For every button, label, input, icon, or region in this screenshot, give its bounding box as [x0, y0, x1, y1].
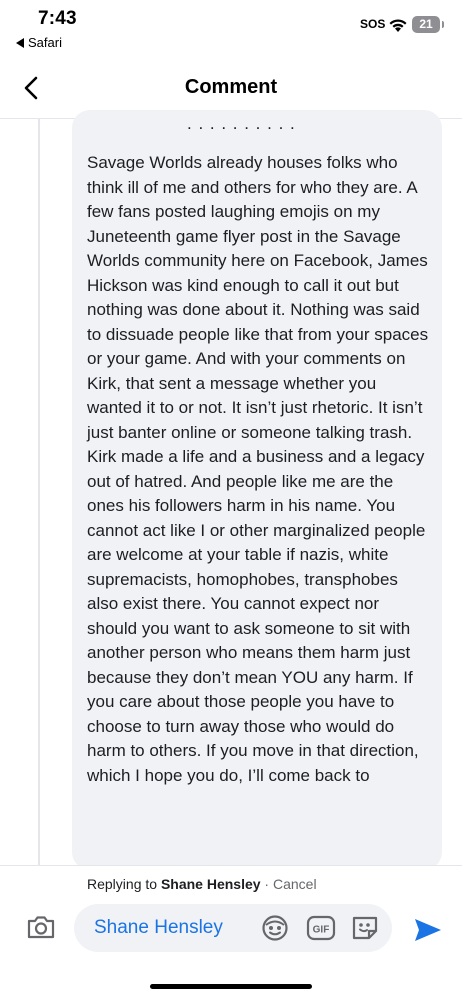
cancel-reply-button[interactable]: Cancel — [273, 876, 317, 892]
sticker-icon[interactable] — [350, 914, 380, 942]
comment-bubble[interactable]: . . . . . . . . . . Savage Worlds alread… — [72, 110, 442, 870]
battery-indicator: 21 — [412, 16, 444, 33]
sos-indicator: SOS — [360, 17, 386, 31]
comment-text: Savage Worlds already houses folks who t… — [87, 153, 429, 785]
replying-to-name: Shane Hensley — [160, 876, 261, 892]
status-time: 7:43 — [38, 8, 77, 29]
reply-bar: Replying to Shane Hensley · Cancel Shane… — [0, 866, 462, 1000]
send-icon[interactable] — [412, 916, 444, 944]
page-title: Comment — [184, 76, 278, 98]
home-indicator — [150, 984, 312, 989]
status-bar: 7:43 Safari SOS 21 — [0, 0, 462, 60]
camera-icon[interactable] — [26, 914, 56, 940]
replying-to-label: Replying to — [87, 876, 158, 892]
back-to-safari-link[interactable]: Safari — [16, 35, 62, 50]
thread-line — [38, 118, 40, 866]
separator-dot: · — [260, 876, 273, 892]
back-triangle-icon — [16, 38, 24, 48]
svg-text:GIF: GIF — [313, 925, 330, 936]
mention-tag: Shane Hensley — [94, 917, 223, 938]
wifi-icon — [389, 19, 407, 32]
comment-cut-line: . . . . . . . . . . — [187, 114, 296, 133]
comment-input[interactable]: Shane Hensley GIF — [74, 904, 392, 952]
gif-icon[interactable]: GIF — [306, 915, 336, 941]
replying-to-row: Replying to Shane Hensley · Cancel — [87, 876, 317, 892]
back-app-label: Safari — [28, 35, 62, 50]
avatar-emoji-icon[interactable] — [260, 914, 290, 942]
